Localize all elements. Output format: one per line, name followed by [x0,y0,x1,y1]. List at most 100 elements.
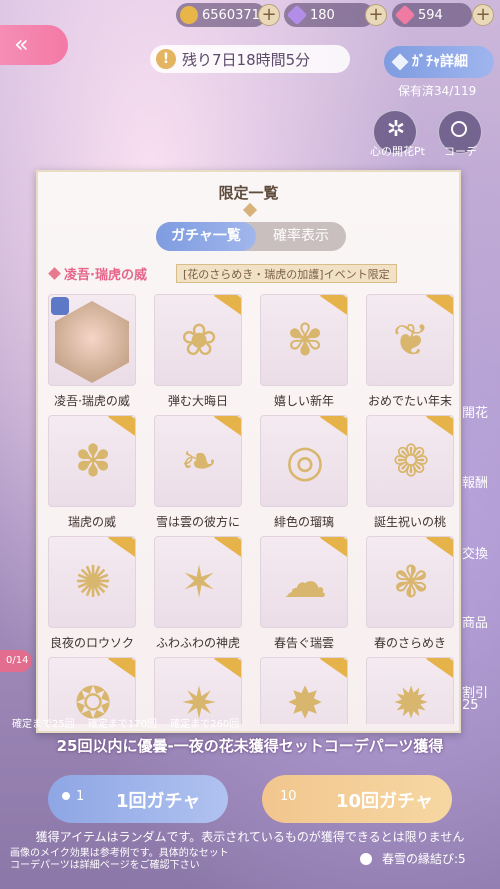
purple-diamond-value: 180 [310,7,335,23]
random-note: 獲得アイテムはランダムです。表示されているものが獲得できるとは限りません [35,830,465,844]
effect-note-line2: コーデパーツは詳細ページをご確認下さい [10,860,200,871]
item-card[interactable]: ✸ [260,657,348,724]
tab-probability[interactable]: 確率表示 [256,222,346,251]
shield-icon [51,297,69,315]
coin-icon [180,6,198,24]
limited-list-modal: 限定一覧 ガチャ一覧 確率表示 凌吾·瑞虎の威 [花のさらめき・瑞虎の加護]イベ… [36,170,461,733]
gacha-10-label: 10回ガチャ [336,791,433,812]
gacha-detail-button[interactable]: ｶﾞﾁｬ詳細 [384,46,494,78]
gacha-10-button[interactable]: 10 10回ガチャ [262,775,452,823]
add-purple-diamond-button[interactable]: + [365,4,387,26]
item-card[interactable]: ☁ [260,536,348,628]
item-card[interactable]: ✷ [154,657,242,724]
item-label: ふわふわの神虎 [155,636,240,650]
item-label: 凌吾·瑞虎の威 [54,394,130,408]
guarantee-170: 確定まで170回 [87,719,158,730]
item-label: 雪は雲の彼方に [155,515,240,529]
item-card[interactable]: ✺ [48,536,136,628]
item-icon: ✹ [392,678,430,724]
side-bloom-label[interactable]: 開花 [462,402,500,421]
item-icon: ✺ [74,557,112,608]
item-icon: ❁ [392,436,430,487]
item-card[interactable]: ◎ [260,415,348,507]
ticket-counter: 春雪の縁結び:5 [352,848,500,870]
guarantee-260: 確定まで260回 [170,719,240,730]
effect-note-line1: 画像のメイク効果は参考例です。具体的なセット [10,848,229,859]
pity-counter: 0/14 [0,650,32,672]
modal-title: 限定一覧 [218,184,279,202]
item-label: おめでたい年末 [367,394,452,408]
side-shop-label[interactable]: 商品 [462,612,500,631]
item-label: 春告ぐ瑞雲 [273,636,334,650]
item-card[interactable]: ❁ [366,415,454,507]
item-label: 瑞虎の威 [67,515,116,529]
back-button[interactable]: « [0,25,68,65]
modal-tabs: ガチャ一覧 確率表示 [156,222,346,251]
item-card[interactable]: ❃ [366,536,454,628]
diamond-bullet-icon [48,267,61,280]
gacha-1-label: 1回ガチャ [116,791,201,812]
item-icon: ❀ [180,315,218,366]
heart-bloom-label: 心の開花Pt [370,145,425,158]
event-timer: ! 残り7日18時間5分 [150,45,350,73]
item-grid: 凌吾·瑞虎の威 ❀ 弾む大晦日 ✾ 嬉しい新年 ❦ おめでたい年末 ✽ 瑞虎の威 ❧ 雪は雲の彼方に… [48,294,458,724]
item-card[interactable]: ❀ [154,294,242,386]
guarantee-25: 確定まで25回 [12,719,75,730]
side-discount-value: 25 [462,698,479,713]
item-icon: ❦ [392,315,430,366]
section-name: 凌吾·瑞虎の威 [64,268,147,283]
gold-coin-counter: 6560371 [176,3,266,27]
item-card[interactable]: ✾ [260,294,348,386]
guarantee-progress: 確定まで25回 確定まで170回 確定まで260回 [12,715,249,730]
item-icon: ✽ [74,436,112,487]
item-icon: ✸ [286,678,324,724]
ticket-icon [62,792,70,800]
section-header: 凌吾·瑞虎の威 [花のさらめき・瑞虎の加護]イベント限定 [48,264,458,284]
effect-note: 画像のメイク効果は参考例です。具体的なセット コーデパーツは詳細ページをご確認下… [10,848,270,872]
item-icon: ◎ [285,436,325,487]
item-label: 嬉しい新年 [273,394,334,408]
item-card[interactable]: ✽ [48,415,136,507]
event-tag: [花のさらめき・瑞虎の加護]イベント限定 [176,264,397,283]
purple-diamond-icon [286,4,308,26]
item-card[interactable]: ❦ [366,294,454,386]
gacha-1-count: 1 [76,789,85,804]
owned-count: 保有済34/119 [398,84,477,98]
item-card[interactable]: ❧ [154,415,242,507]
tab-gacha-list[interactable]: ガチャ一覧 [156,222,256,251]
coordinate-label: コーデ [444,145,477,158]
search-icon [451,121,467,137]
bonus-text: 25回以内に優曇-一夜の花未獲得セットコーデパーツ獲得 [56,737,444,755]
gold-coin-value: 6560371 [202,7,260,23]
item-icon: ❧ [180,436,218,487]
pink-diamond-counter: 594 [392,3,472,27]
item-label: 誕生祝いの桃 [373,515,446,529]
flower-icon: ✲ [386,117,406,142]
side-exchange-label[interactable]: 交換 [462,543,500,562]
item-card[interactable]: ✹ [366,657,454,724]
timer-text: 残り7日18時間5分 [182,50,311,69]
item-label: 弾む大晦日 [167,394,228,408]
side-reward-label[interactable]: 報酬 [462,472,500,491]
item-icon: ❃ [392,557,430,608]
ticket-value: 春雪の縁結び:5 [382,852,466,866]
gacha-10-count: 10 [280,789,297,804]
ticket-icon [360,853,372,865]
item-card[interactable] [48,294,136,386]
item-card[interactable]: ❂ [48,657,136,724]
item-label: 春のさらめき [373,636,446,650]
gacha-1-cost: 1 [62,789,84,804]
ornament-icon [242,202,258,218]
item-label: 緋色の瑠璃 [273,515,334,529]
item-card[interactable]: ✶ [154,536,242,628]
pink-diamond-value: 594 [418,7,443,23]
diamond-icon [391,53,409,71]
add-coin-button[interactable]: + [258,4,280,26]
add-pink-diamond-button[interactable]: + [472,4,494,26]
item-icon: ✾ [286,315,324,366]
item-icon: ☁ [283,557,327,608]
item-label: 良夜のロウソク [49,636,134,650]
exclamation-icon: ! [156,49,176,69]
gacha-detail-label: ｶﾞﾁｬ詳細 [412,54,468,70]
gacha-1-button[interactable]: 1 1回ガチャ [48,775,228,823]
